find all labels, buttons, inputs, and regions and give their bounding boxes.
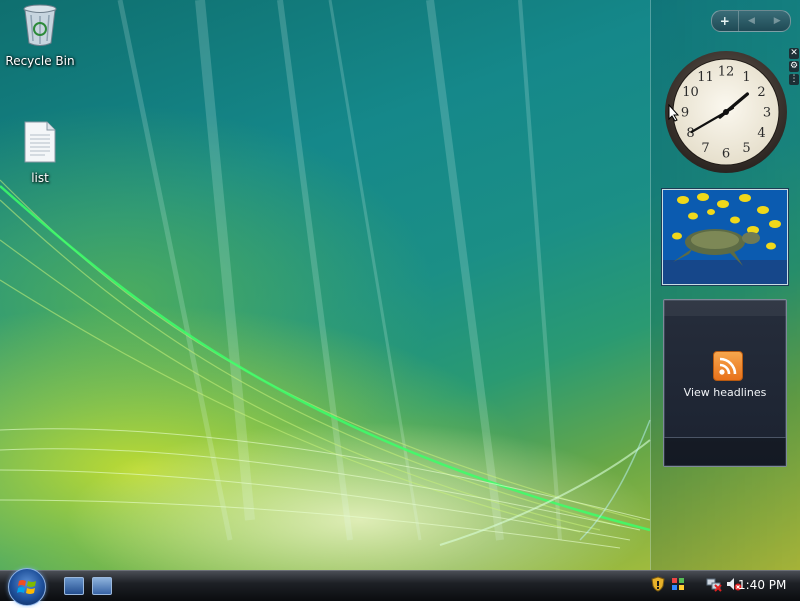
- taskbar: 1:40 PM: [0, 568, 800, 606]
- view-headlines-link[interactable]: View headlines: [664, 386, 786, 399]
- clock-number: 11: [697, 70, 714, 85]
- clock-number: 2: [757, 85, 765, 100]
- wrench-icon[interactable]: ⚙: [789, 61, 799, 72]
- desktop-icon-list[interactable]: list: [3, 120, 77, 185]
- security-shield-icon[interactable]: [650, 576, 666, 592]
- clock-number: 9: [681, 106, 689, 121]
- switch-windows-icon[interactable]: [92, 577, 112, 595]
- rss-feed-icon: [713, 351, 743, 381]
- previous-page-button[interactable]: ◀: [739, 11, 765, 31]
- list-label: list: [31, 171, 49, 185]
- recycle-bin-icon: [23, 4, 57, 46]
- sea-turtle-photo: [663, 190, 787, 284]
- network-disconnected-icon[interactable]: [706, 576, 722, 592]
- windows-start-orb[interactable]: [8, 568, 46, 606]
- recycle-bin-label: Recycle Bin: [5, 54, 75, 68]
- gadget-toolbar: ✕ ⚙ ⋮: [789, 48, 800, 87]
- clock-number: 7: [701, 141, 709, 156]
- clock-number: 12: [718, 65, 735, 80]
- quick-launch: [64, 577, 112, 595]
- text-document-icon: [24, 121, 56, 163]
- desktop-icon-recycle-bin[interactable]: Recycle Bin: [3, 3, 77, 68]
- clock-number: 3: [763, 106, 771, 121]
- clock-number: 4: [757, 126, 765, 141]
- windows-flag-icon[interactable]: [670, 576, 686, 592]
- sidebar-controls: + ◀ ▶: [711, 10, 791, 32]
- clock-number: 8: [686, 126, 694, 141]
- feeds-top-strip: [664, 300, 786, 316]
- clock-gadget[interactable]: 12 12 3 45678 9 1011: [664, 50, 788, 174]
- clock-number: 1: [742, 70, 750, 85]
- show-desktop-icon[interactable]: [64, 577, 84, 595]
- taskbar-clock[interactable]: 1:40 PM: [738, 578, 786, 592]
- feed-headlines-gadget[interactable]: View headlines: [663, 299, 787, 467]
- clock-number: 6: [722, 147, 730, 162]
- clock-number: 5: [742, 141, 750, 156]
- add-gadget-button[interactable]: +: [712, 11, 739, 31]
- close-icon[interactable]: ✕: [789, 48, 799, 59]
- system-tray: [650, 576, 742, 592]
- mouse-cursor-icon: [668, 104, 680, 122]
- grip-icon[interactable]: ⋮: [789, 74, 799, 85]
- feeds-bottom-strip: [664, 437, 786, 466]
- slideshow-gadget[interactable]: [662, 189, 788, 285]
- clock-number: 10: [682, 85, 699, 100]
- next-page-button[interactable]: ▶: [764, 11, 790, 31]
